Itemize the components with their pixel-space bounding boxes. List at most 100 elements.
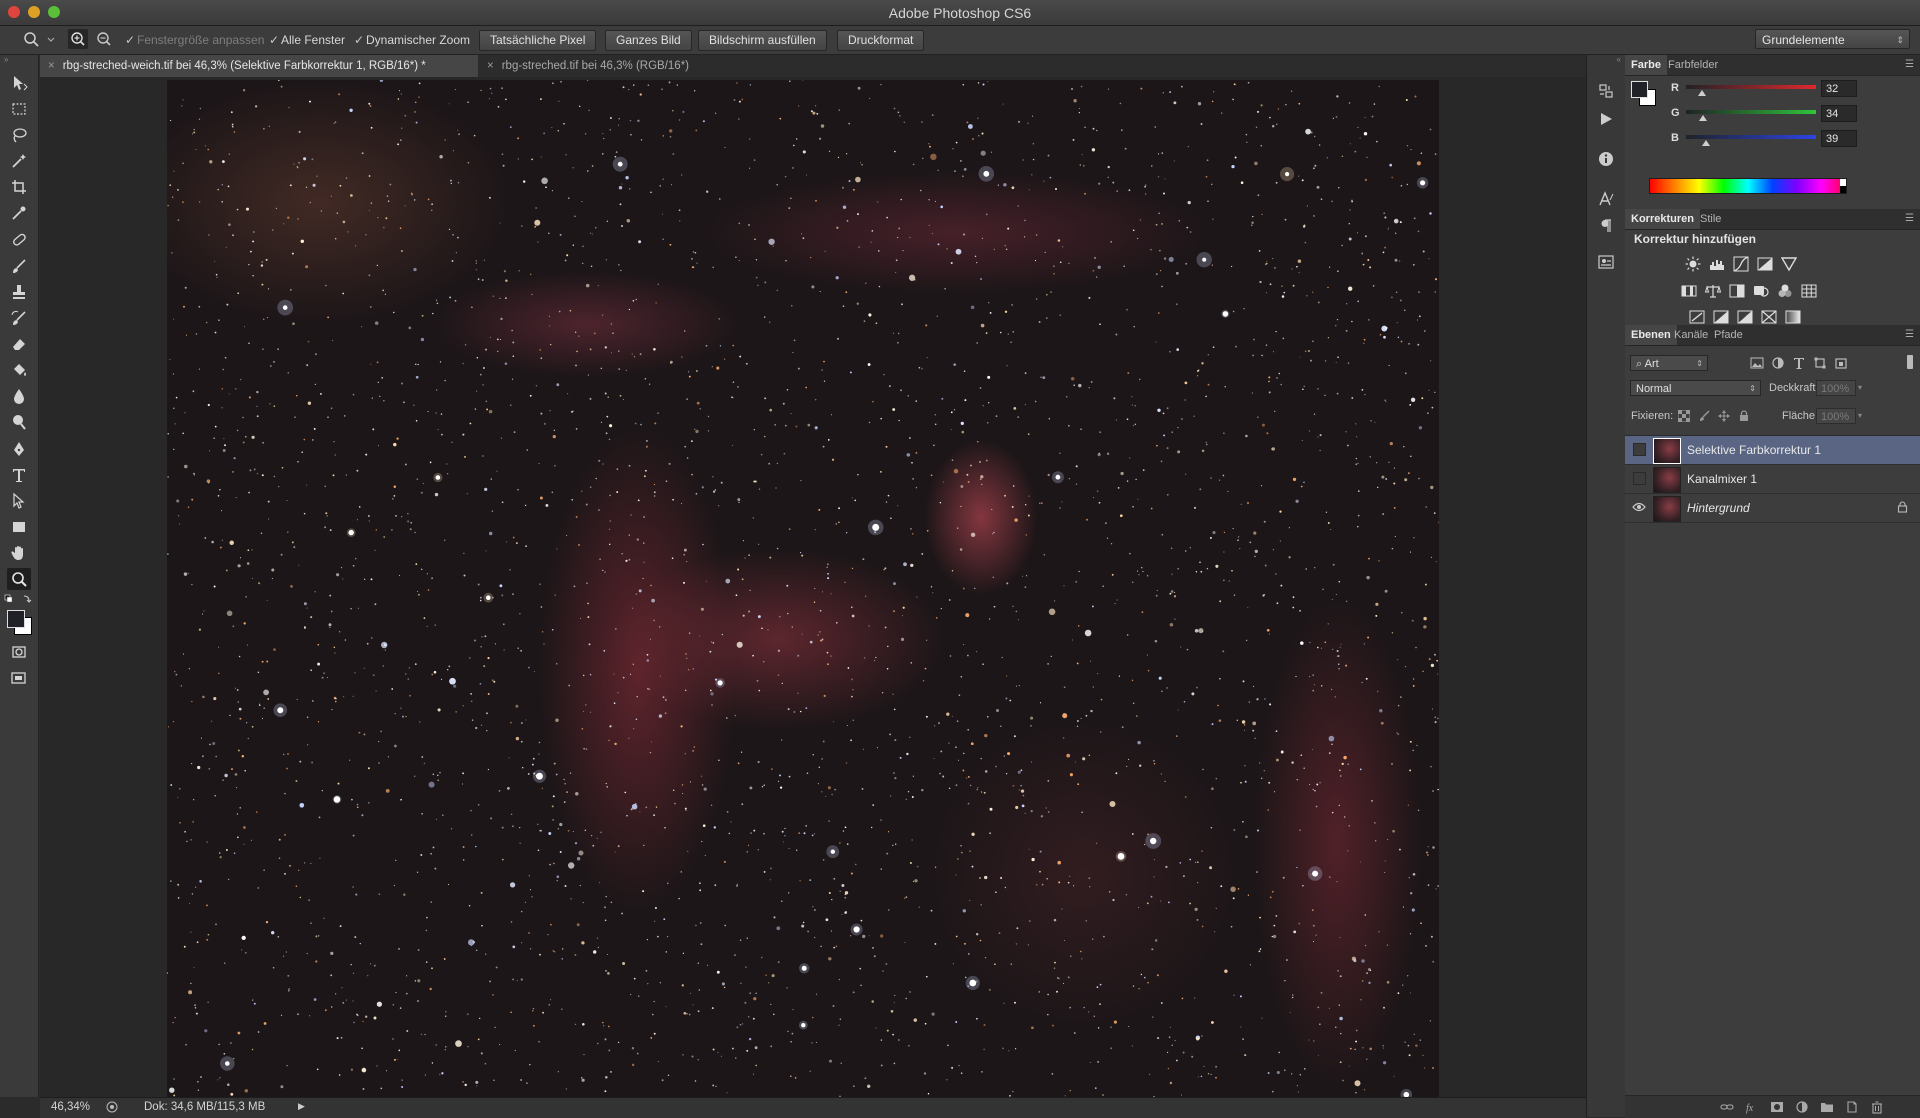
layer-thumbnail[interactable] <box>1653 496 1681 522</box>
zoom-level[interactable]: 46,34% <box>51 1101 90 1113</box>
document-tab-inactive[interactable]: × rbg-streched.tif bei 46,3% (RGB/16*) <box>479 55 699 77</box>
panel-menu-icon[interactable]: ☰ <box>1905 329 1914 340</box>
layer-visibility-toggle[interactable] <box>1632 471 1646 485</box>
close-tab-icon[interactable]: × <box>487 60 494 72</box>
gradient-map-button[interactable] <box>1785 309 1801 325</box>
panel-menu-icon[interactable]: ☰ <box>1905 213 1914 224</box>
history-brush-tool[interactable] <box>7 307 31 329</box>
clone-stamp-tool[interactable] <box>7 281 31 303</box>
green-slider-thumb[interactable] <box>1699 115 1708 121</box>
channel-mixer-button[interactable] <box>1777 283 1793 299</box>
lock-transparent-pixels-button[interactable] <box>1676 408 1692 424</box>
fit-screen-button[interactable]: Ganzes Bild <box>605 30 692 51</box>
red-slider-track[interactable] <box>1686 85 1816 89</box>
layer-style-button[interactable]: fx <box>1745 1100 1759 1114</box>
zoom-tool[interactable] <box>7 568 31 590</box>
brightness-contrast-button[interactable] <box>1685 256 1701 272</box>
status-info-icon[interactable] <box>106 1101 118 1113</box>
default-colors-button[interactable] <box>4 594 34 606</box>
canvas-area[interactable] <box>40 77 1586 1097</box>
type-tool[interactable] <box>7 464 31 486</box>
zoom-in-button[interactable] <box>68 29 88 49</box>
color-spectrum[interactable] <box>1649 178 1847 194</box>
close-tab-icon[interactable]: × <box>48 60 55 72</box>
opacity-field[interactable]: 100% <box>1816 380 1856 396</box>
green-slider-track[interactable] <box>1686 110 1816 114</box>
paragraph-panel-button[interactable] <box>1596 216 1616 236</box>
zoom-tool-preset-picker[interactable] <box>22 30 56 48</box>
fit-window-checkbox[interactable]: ✓ Fenstergröße anpassen <box>125 31 264 49</box>
color-lookup-button[interactable] <box>1801 283 1817 299</box>
blue-slider-thumb[interactable] <box>1701 140 1710 146</box>
lock-position-button[interactable] <box>1716 408 1732 424</box>
marquee-tool[interactable] <box>7 98 31 120</box>
hand-tool[interactable] <box>7 542 31 564</box>
workspace-select[interactable]: Grundelemente ⇕ <box>1755 29 1910 49</box>
red-slider[interactable]: R 32 <box>1625 80 1920 102</box>
selective-color-button[interactable] <box>1761 309 1777 325</box>
document-image[interactable] <box>167 80 1439 1097</box>
collapse-toolbar-icon[interactable]: » <box>4 55 8 64</box>
hue-saturation-button[interactable] <box>1681 283 1697 299</box>
eyedropper-tool[interactable] <box>7 202 31 224</box>
filter-type-layers-button[interactable] <box>1791 355 1807 371</box>
fill-dropdown-icon[interactable]: ▾ <box>1858 408 1868 424</box>
layer-visibility-toggle[interactable] <box>1632 500 1646 514</box>
red-value-field[interactable]: 32 <box>1821 80 1857 97</box>
layer-thumbnail[interactable] <box>1653 467 1681 493</box>
panel-menu-icon[interactable]: ☰ <box>1905 59 1914 70</box>
screen-mode-button[interactable] <box>7 667 31 689</box>
filter-shape-layers-button[interactable] <box>1812 355 1828 371</box>
foreground-background-color[interactable] <box>5 608 33 635</box>
green-slider[interactable]: G 34 <box>1625 105 1920 127</box>
invert-button[interactable] <box>1689 309 1705 325</box>
paint-bucket-tool[interactable] <box>7 359 31 381</box>
photo-filter-button[interactable] <box>1753 283 1769 299</box>
quick-selection-tool[interactable] <box>7 150 31 172</box>
black-white-button[interactable] <box>1729 283 1745 299</box>
layer-row[interactable]: Kanalmixer 1 <box>1625 465 1920 494</box>
path-selection-tool[interactable] <box>7 490 31 512</box>
collapse-dock-icon[interactable]: « <box>1587 55 1625 67</box>
green-value-field[interactable]: 34 <box>1821 105 1857 122</box>
black-white-swatch[interactable] <box>1840 179 1846 193</box>
levels-button[interactable] <box>1709 256 1725 272</box>
blue-value-field[interactable]: 39 <box>1821 130 1857 147</box>
blue-slider-track[interactable] <box>1686 135 1816 139</box>
lasso-tool[interactable] <box>7 124 31 146</box>
tab-stile[interactable]: Stile <box>1694 209 1727 229</box>
layer-row[interactable]: Selektive Farbkorrektur 1 <box>1625 436 1920 465</box>
eraser-tool[interactable] <box>7 333 31 355</box>
tab-pfade[interactable]: Pfade <box>1708 325 1749 345</box>
tab-korrekturen[interactable]: Korrekturen <box>1625 209 1700 229</box>
rectangle-tool[interactable] <box>7 516 31 538</box>
delete-layer-button[interactable] <box>1870 1100 1884 1114</box>
filter-pixel-layers-button[interactable] <box>1749 355 1765 371</box>
tab-farbe[interactable]: Farbe <box>1625 55 1667 75</box>
layer-name[interactable]: Kanalmixer 1 <box>1687 472 1757 486</box>
add-mask-button[interactable] <box>1770 1100 1784 1114</box>
layer-thumbnail[interactable] <box>1653 438 1681 464</box>
layer-visibility-toggle[interactable] <box>1632 442 1646 456</box>
vibrance-button[interactable] <box>1781 256 1797 272</box>
new-layer-button[interactable] <box>1845 1100 1859 1114</box>
document-tab-active[interactable]: × rbg-streched-weich.tif bei 46,3% (Selek… <box>40 55 478 77</box>
link-layers-button[interactable] <box>1720 1100 1734 1114</box>
new-adjustment-layer-button[interactable] <box>1795 1100 1809 1114</box>
layer-name[interactable]: Selektive Farbkorrektur 1 <box>1687 443 1821 457</box>
red-slider-thumb[interactable] <box>1698 90 1707 96</box>
pen-tool[interactable] <box>7 438 31 460</box>
blue-slider[interactable]: B 39 <box>1625 130 1920 152</box>
lock-all-button[interactable] <box>1736 408 1752 424</box>
crop-tool[interactable] <box>7 176 31 198</box>
opacity-dropdown-icon[interactable]: ▾ <box>1858 380 1868 396</box>
lock-image-pixels-button[interactable] <box>1696 408 1712 424</box>
dynamic-zoom-checkbox[interactable]: ✓ Dynamischer Zoom <box>354 31 470 49</box>
layer-name[interactable]: Hintergrund <box>1687 501 1750 515</box>
print-size-button[interactable]: Druckformat <box>837 30 925 51</box>
filter-toggle-switch[interactable] <box>1907 355 1913 369</box>
dodge-tool[interactable] <box>7 411 31 433</box>
tab-farbfelder[interactable]: Farbfelder <box>1662 55 1724 75</box>
posterize-button[interactable] <box>1713 309 1729 325</box>
blend-mode-select[interactable]: Normal ⇕ <box>1630 380 1761 396</box>
